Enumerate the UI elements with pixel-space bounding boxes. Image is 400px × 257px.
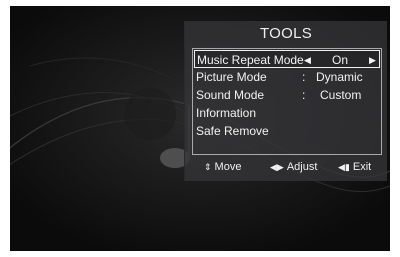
arrow-left-icon[interactable]: ◀ (304, 51, 311, 69)
menu-item-sound-mode[interactable]: Sound Mode : Custom (194, 86, 380, 104)
menu-item-label: Information (196, 106, 257, 120)
menu-item-value: On (332, 53, 349, 67)
menu-item-music-repeat-mode[interactable]: Music Repeat Mode ◀ On ▶ (194, 50, 380, 68)
menu-item-picture-mode[interactable]: Picture Mode : Dynamic (194, 68, 380, 86)
footer-move: ⇕ Move (204, 161, 242, 173)
menu-item-label: Safe Remove (196, 124, 269, 138)
menu-item-colon: : (302, 70, 306, 84)
menu-footer: ⇕ Move ◀▶ Adjust ◀▮ Exit (192, 159, 382, 175)
menu-item-colon: : (302, 88, 306, 102)
exit-icon: ◀▮ (338, 162, 350, 172)
menu-title: TOOLS (259, 25, 313, 42)
tv-screen: TOOLS Music Repeat Mode ◀ On ▶ Picture M… (10, 6, 390, 251)
footer-exit: ◀▮ Exit (338, 161, 372, 173)
up-down-arrow-icon: ⇕ (204, 162, 212, 172)
menu-item-label: Picture Mode (196, 70, 267, 84)
footer-adjust: ◀▶ Adjust (270, 161, 318, 173)
tools-menu: TOOLS Music Repeat Mode ◀ On ▶ Picture M… (184, 21, 387, 181)
menu-item-information[interactable]: Information (194, 104, 380, 122)
menu-item-label: Sound Mode (196, 88, 265, 102)
menu-item-value: Dynamic (316, 70, 363, 84)
menu-item-value: Custom (320, 88, 362, 102)
menu-list: Music Repeat Mode ◀ On ▶ Picture Mode : … (192, 48, 382, 155)
arrow-right-icon[interactable]: ▶ (369, 51, 376, 69)
menu-item-label: Music Repeat Mode (197, 53, 304, 67)
menu-item-safe-remove[interactable]: Safe Remove (194, 122, 380, 140)
left-right-arrow-icon: ◀▶ (270, 162, 284, 172)
